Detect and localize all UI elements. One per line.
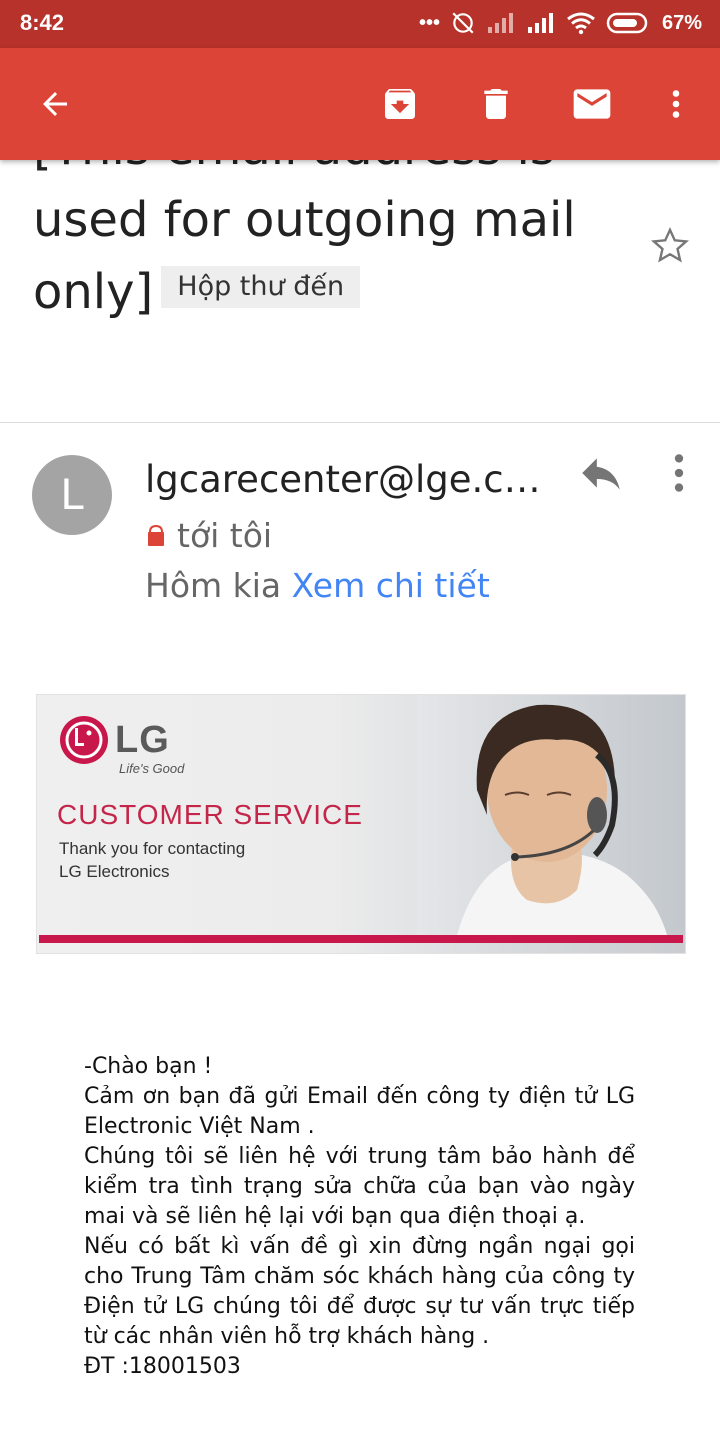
message-more-button[interactable] <box>664 448 694 498</box>
delete-button[interactable] <box>468 76 524 132</box>
reply-icon <box>582 458 620 490</box>
battery-icon <box>606 12 648 34</box>
banner-subtitle-line-2: LG Electronics <box>59 862 170 881</box>
signal-icon <box>487 13 513 33</box>
arrow-back-icon <box>43 92 67 116</box>
banner-accent-bar <box>39 935 683 943</box>
lg-logo: LG <box>59 715 170 765</box>
status-bar: 8:42 ••• 67% <box>0 0 720 48</box>
more-options-button[interactable] <box>648 76 704 132</box>
battery-percent: 67% <box>661 11 702 34</box>
message-date: Hôm kia <box>145 566 282 605</box>
important-marker-icon <box>148 524 164 546</box>
body-paragraph-2: Chúng tôi sẽ liên hệ với trung tâm bảo h… <box>84 1144 635 1229</box>
alarm-off-icon <box>452 12 474 34</box>
subject-area: [This email address is used for outgoing… <box>0 160 720 423</box>
status-time: 8:42 <box>20 10 65 35</box>
delete-icon <box>484 89 508 119</box>
date-line: Hôm kia Xem chi tiết <box>145 566 490 605</box>
archive-icon <box>385 89 415 119</box>
banner-subtitle-line-1: Thank you for contacting <box>59 839 246 858</box>
mark-unread-button[interactable] <box>564 76 620 132</box>
sender-address[interactable]: lgcarecenter@lge.c… <box>145 458 541 501</box>
star-outline-icon <box>650 226 690 263</box>
lg-face-logo-icon <box>60 716 108 764</box>
support-agent-illustration <box>417 695 685 935</box>
banner-subtitle: Thank you for contacting LG Electronics <box>59 837 319 883</box>
status-icons: ••• 67% <box>419 10 702 36</box>
signal-icon <box>527 13 553 33</box>
view-details-link[interactable]: Xem chi tiết <box>292 566 490 605</box>
more-vert-icon <box>672 90 680 118</box>
back-button[interactable] <box>27 76 83 132</box>
body-paragraph-3: Nếu có bất kì vấn đề gì xin đừng ngần ng… <box>84 1234 635 1349</box>
lg-tagline: Life's Good <box>119 761 185 776</box>
recipient-line[interactable]: tới tôi <box>145 516 272 555</box>
customer-service-title: CUSTOMER SERVICE <box>57 799 363 830</box>
wifi-icon <box>567 12 595 35</box>
archive-button[interactable] <box>372 76 428 132</box>
sender-avatar[interactable]: L <box>32 455 112 535</box>
email-body: -Chào bạn ! Cảm ơn bạn đã gửi Email đến … <box>84 1052 635 1382</box>
star-button[interactable] <box>648 224 692 273</box>
notification-dots: ••• <box>418 11 440 34</box>
lg-logo-text: LG <box>115 718 170 761</box>
recipient-text: tới tôi <box>177 516 273 555</box>
body-paragraph-1: Cảm ơn bạn đã gửi Email đến công ty điện… <box>84 1084 635 1139</box>
reply-button[interactable] <box>576 448 626 498</box>
more-vert-icon <box>674 454 684 492</box>
lg-banner-image: LG Life's Good CUSTOMER SERVICE Thank yo… <box>36 694 686 954</box>
email-subject: [This email address is used for outgoing… <box>33 160 593 328</box>
mail-icon <box>573 89 611 119</box>
email-toolbar <box>0 48 720 160</box>
body-phone: ĐT :18001503 <box>84 1354 241 1379</box>
body-greeting: -Chào bạn ! <box>84 1054 213 1079</box>
inbox-label[interactable]: Hộp thư đến <box>161 266 361 308</box>
